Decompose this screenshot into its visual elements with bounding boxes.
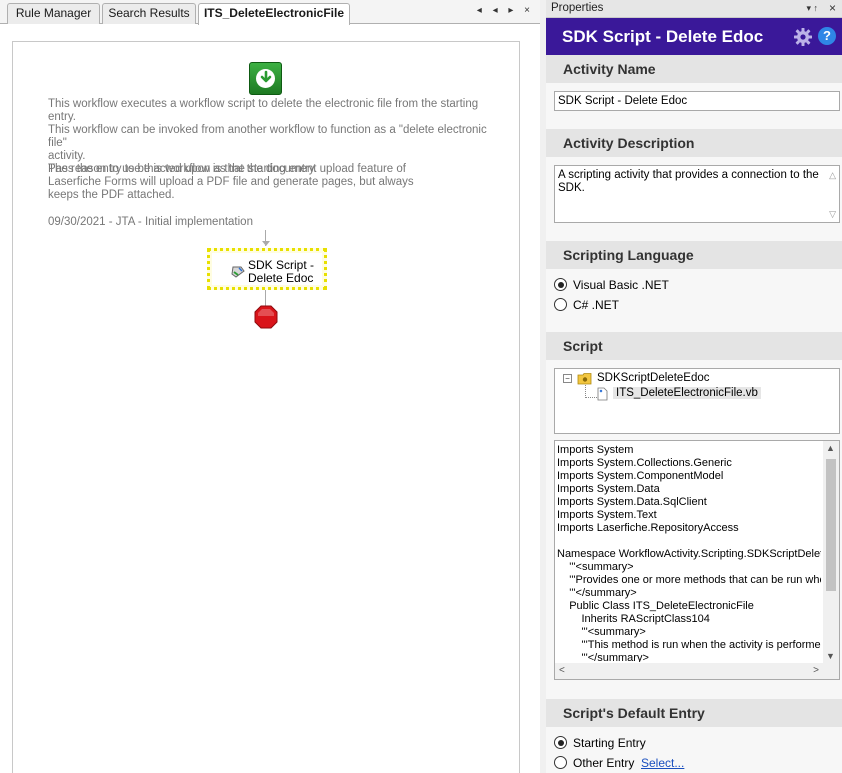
section-title: Scripting Language [563, 247, 694, 263]
radio-button[interactable] [554, 756, 567, 769]
section-default-entry[interactable]: Script's Default Entry [546, 699, 842, 727]
default-entry-body: Starting Entry Other Entry Select... [546, 727, 842, 773]
code-line: Imports Laserfiche.RepositoryAccess [557, 522, 739, 534]
code-line: '''Provides one or more methods that can… [557, 574, 821, 586]
tab-search-results[interactable]: Search Results [102, 3, 196, 24]
folder-icon [577, 373, 592, 385]
close-icon[interactable]: × [829, 1, 836, 15]
scroll-up-icon[interactable]: △ [829, 170, 836, 181]
scripting-language-body: Visual Basic .NET C# .NET [546, 269, 842, 332]
code-line: Imports System.ComponentModel [557, 470, 724, 482]
code-line: Inherits RAScriptClass104 [557, 613, 710, 625]
scrollbar-thumb[interactable] [826, 459, 836, 591]
properties-header: SDK Script - Delete Edoc ? [546, 18, 842, 55]
code-line: '''<summary> [557, 561, 634, 573]
section-activity-name[interactable]: Activity Name [546, 55, 842, 83]
section-script[interactable]: Script [546, 332, 842, 360]
script-activity-icon [231, 266, 245, 278]
code-line: Imports System [557, 444, 634, 456]
activity-description-body: A scripting activity that provides a con… [546, 157, 842, 241]
code-line: '''</summary> [557, 652, 649, 662]
workflow-description-reason: The reason to use this workflow is that … [48, 163, 414, 201]
section-title: Activity Description [563, 135, 695, 151]
code-line: Public Class ITS_DeleteElectronicFile [557, 600, 754, 612]
radio-label: Visual Basic .NET [573, 278, 669, 292]
scroll-down-icon[interactable]: ▽ [829, 209, 836, 220]
section-title: Script [563, 338, 603, 354]
code-line: '''<summary> [557, 626, 646, 638]
workflow-canvas[interactable]: This workflow executes a workflow script… [12, 41, 520, 773]
radio-label: Starting Entry [573, 736, 646, 750]
radio-label: Other Entry [573, 756, 635, 770]
file-icon [597, 387, 608, 401]
pin-icon[interactable]: ▾ ↑ [806, 3, 818, 14]
properties-title: Properties [551, 2, 604, 14]
tree-connector [585, 385, 597, 398]
activity-node-label: SDK Script - Delete Edoc [248, 258, 315, 285]
section-activity-description[interactable]: Activity Description [546, 129, 842, 157]
scroll-right-icon[interactable]: > [813, 665, 819, 676]
code-line: '''</summary> [557, 587, 637, 599]
script-code-viewer[interactable]: Imports System Imports System.Collection… [554, 440, 840, 680]
scroll-up-icon[interactable]: ▲ [826, 443, 835, 453]
start-icon[interactable] [249, 62, 282, 95]
script-file-tree[interactable]: − SDKScriptDeleteEdoc ITS_DeleteElectron… [554, 368, 840, 434]
activity-name-input[interactable] [554, 91, 840, 111]
properties-title-bar: Properties ▾ ↑ × [546, 0, 842, 18]
section-title: Activity Name [563, 61, 656, 77]
activity-description-textarea[interactable]: A scripting activity that provides a con… [554, 165, 840, 223]
collapse-icon[interactable]: − [563, 374, 572, 383]
sdk-script-activity-node[interactable]: SDK Script - Delete Edoc [207, 248, 327, 290]
select-entry-link[interactable]: Select... [641, 756, 684, 770]
code-line: Namespace WorkflowActivity.Scripting.SDK… [557, 548, 821, 560]
code-lines: Imports System Imports System.Collection… [557, 444, 821, 662]
activity-name-body [546, 83, 842, 129]
gear-icon[interactable] [793, 27, 813, 47]
connector-line [265, 290, 266, 306]
code-line: Imports System.Data [557, 483, 660, 495]
tree-root-label[interactable]: SDKScriptDeleteEdoc [597, 372, 710, 384]
section-title: Script's Default Entry [563, 705, 705, 721]
scrollbar-corner [823, 663, 839, 679]
tree-child-label[interactable]: ITS_DeleteElectronicFile.vb [613, 387, 761, 399]
properties-panel: Properties ▾ ↑ × SDK Script - Delete Edo… [546, 0, 842, 773]
document-tab-bar: Rule Manager Search Results ITS_DeleteEl… [0, 0, 540, 25]
section-scripting-language[interactable]: Scripting Language [546, 241, 842, 269]
vertical-scrollbar[interactable]: ▲ ▼ [823, 441, 839, 663]
activity-description-text: A scripting activity that provides a con… [558, 169, 819, 194]
code-line: Imports System.Text [557, 509, 657, 521]
scroll-down-icon[interactable]: ▼ [826, 651, 835, 661]
code-line: Imports System.Data.SqlClient [557, 496, 707, 508]
scroll-left-icon[interactable]: < [559, 665, 565, 676]
radio-label: C# .NET [573, 298, 620, 312]
tab-rule-manager[interactable]: Rule Manager [7, 3, 100, 24]
workflow-description-history: 09/30/2021 - JTA - Initial implementatio… [48, 216, 253, 228]
workflow-designer-panel: Rule Manager Search Results ITS_DeleteEl… [0, 0, 540, 773]
script-body: − SDKScriptDeleteEdoc ITS_DeleteElectron… [546, 360, 842, 699]
radio-button[interactable] [554, 298, 567, 311]
help-icon[interactable]: ? [818, 27, 836, 45]
activity-heading: SDK Script - Delete Edoc [562, 27, 764, 46]
horizontal-scrollbar[interactable]: < > [555, 663, 823, 679]
stop-icon[interactable] [254, 305, 278, 329]
radio-button[interactable] [554, 736, 567, 749]
code-line: Imports System.Collections.Generic [557, 457, 732, 469]
radio-button[interactable] [554, 278, 567, 291]
code-line: '''This method is run when the activity … [557, 639, 821, 651]
connector-arrow-icon [262, 241, 270, 246]
tab-navigation-controls[interactable]: ◂ ◂ ▸ × [477, 5, 534, 16]
tab-its-delete-electronic-file[interactable]: ITS_DeleteElectronicFile [198, 3, 350, 25]
